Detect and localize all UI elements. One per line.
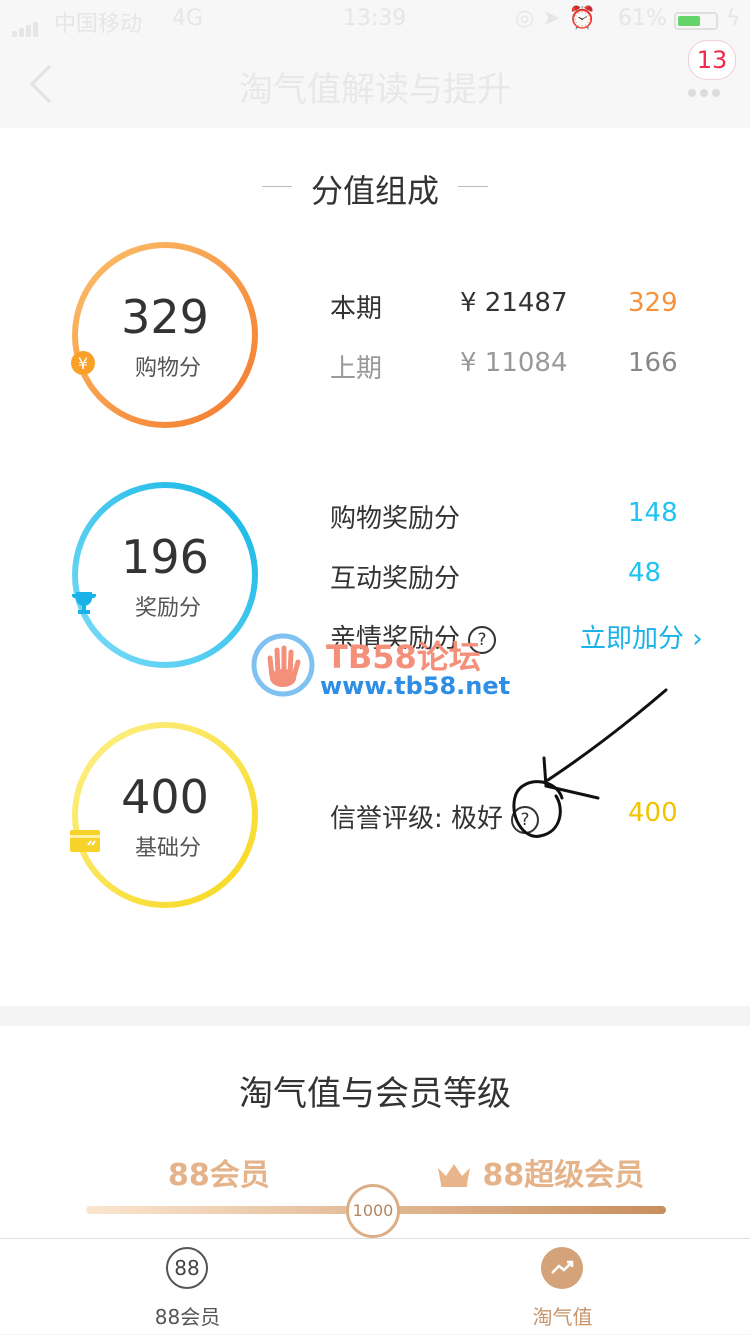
status-icons: ◎➤⏰	[515, 6, 604, 31]
current-period-score: 329	[628, 288, 678, 318]
more-dot-icon	[700, 89, 708, 97]
signal-icon	[12, 12, 40, 37]
battery-percent: 61%	[618, 6, 667, 31]
shopping-score-label: 购物分	[134, 356, 201, 381]
add-points-label: 立即加分	[580, 624, 685, 654]
message-badge[interactable]: 13	[688, 40, 736, 80]
tab-taoqi-value-label: 淘气值	[532, 1305, 593, 1329]
level-88-member: 88会员	[168, 1158, 270, 1193]
rotation-lock-icon: ◎	[515, 6, 543, 31]
title-divider-right	[458, 186, 488, 187]
more-button[interactable]	[688, 82, 728, 97]
add-points-link[interactable]: 立即加分 ›	[580, 618, 703, 655]
tab-88-member-label: 88会员	[154, 1305, 221, 1329]
current-period-amount: ¥ 21487	[460, 288, 568, 318]
base-score-ring: 400 基础分	[70, 720, 260, 910]
base-score-label: 基础分	[134, 836, 201, 861]
section-title: 分值组成	[310, 172, 439, 210]
battery-icon	[674, 12, 718, 30]
more-dot-icon	[688, 89, 696, 97]
tab-88-member[interactable]: 88 88会员	[0, 1239, 375, 1335]
shopping-score-value: 329	[121, 290, 209, 344]
watermark: TB58论坛 www.tb58.net	[250, 632, 510, 702]
status-time: 13:39	[343, 6, 407, 31]
badge-88-icon: 88	[166, 1247, 208, 1289]
level-88-super-member: 88超级会员	[436, 1150, 644, 1194]
svg-text:¥: ¥	[78, 354, 88, 373]
trend-up-icon	[541, 1247, 583, 1289]
shopping-score-ring: 329 ¥ 购物分	[70, 240, 260, 430]
reward-score-value: 196	[121, 530, 209, 584]
interaction-reward-score: 48	[628, 558, 662, 588]
shopping-reward-label: 购物奖励分	[330, 504, 461, 534]
reward-score-ring: 196 奖励分	[70, 480, 260, 670]
top-bar: 中国移动 4G 13:39 ◎➤⏰ 61% ϟ 淘气值解读与提升 13	[0, 0, 750, 128]
shopping-reward-score: 148	[628, 498, 678, 528]
more-dot-icon	[712, 89, 720, 97]
level-threshold-marker: 1000	[346, 1184, 400, 1238]
hand-drawn-arrow-annotation	[512, 688, 668, 838]
battery-fill	[678, 16, 700, 26]
charging-icon: ϟ	[726, 6, 741, 31]
score-composition-section: 分值组成 329 ¥ 购物分 本期 ¥ 21487 329 上期 ¥ 11084…	[0, 128, 750, 1006]
tab-taoqi-value[interactable]: 淘气值	[375, 1239, 750, 1335]
watermark-line2: www.tb58.net	[320, 672, 511, 700]
chevron-right-icon: ›	[684, 624, 703, 654]
previous-period-label: 上期	[330, 354, 383, 384]
hand-logo-icon	[251, 633, 315, 697]
base-score-value: 400	[121, 770, 209, 824]
status-bar: 中国移动 4G 13:39 ◎➤⏰ 61% ϟ	[0, 0, 750, 40]
alarm-icon: ⏰	[568, 6, 605, 31]
level-88-super-label: 88超级会员	[482, 1158, 645, 1193]
location-icon: ➤	[542, 6, 569, 31]
current-period-label: 本期	[330, 294, 383, 324]
previous-period-amount: ¥ 11084	[460, 348, 568, 378]
previous-period-score: 166	[628, 348, 678, 378]
reward-score-label: 奖励分	[134, 596, 201, 621]
crown-icon	[436, 1158, 482, 1193]
bottom-tab-bar: 88 88会员 淘气值	[0, 1238, 750, 1334]
credit-rating-label: 信誉评级: 极好	[330, 804, 504, 834]
membership-title: 淘气值与会员等级	[239, 1074, 511, 1114]
network-type: 4G	[172, 6, 204, 31]
interaction-reward-label: 互动奖励分	[330, 564, 461, 594]
page-title: 淘气值解读与提升	[239, 70, 511, 110]
carrier-name: 中国移动	[54, 12, 143, 37]
membership-level-section: 淘气值与会员等级 88会员 88超级会员 1000	[0, 1026, 750, 1238]
